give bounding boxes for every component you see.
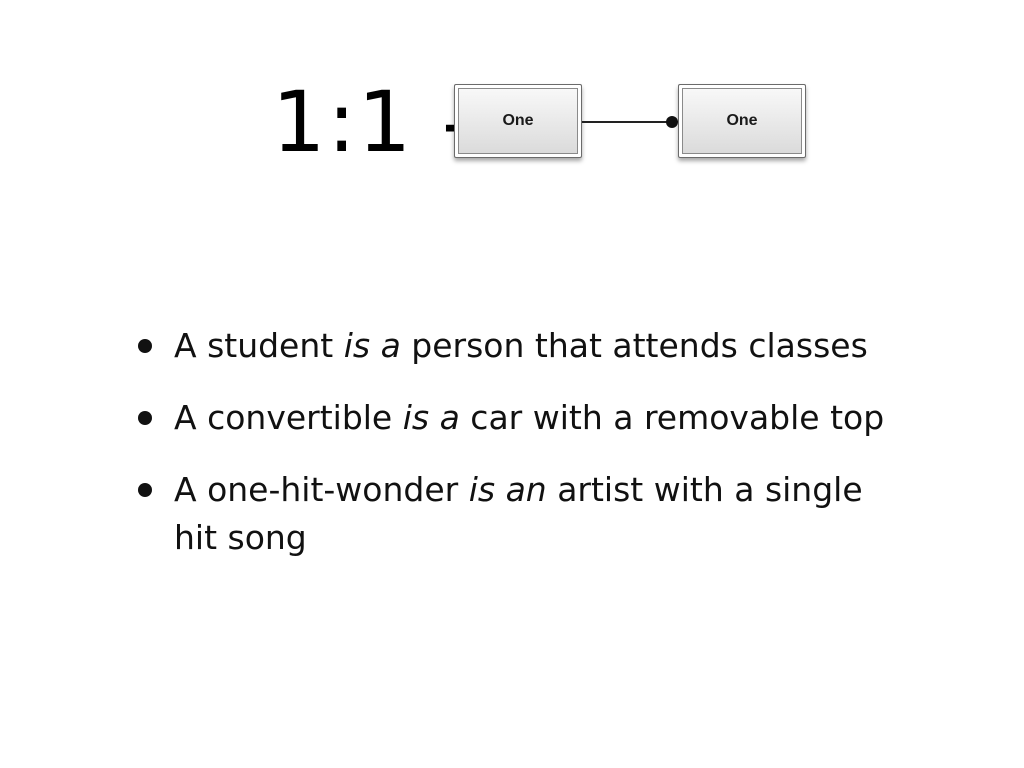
bullet-item: A one-hit-wonder is an artist with a sin… (138, 466, 914, 562)
entity-box-right: One (678, 84, 806, 158)
bullet-item: A convertible is a car with a removable … (138, 394, 914, 442)
bullet-text: A one-hit-wonder (174, 470, 469, 509)
bullet-dot-icon (138, 339, 152, 353)
bullet-list: A student is a person that attends class… (138, 322, 938, 586)
bullet-text: A convertible (174, 398, 403, 437)
bullet-emphasis: is an (468, 470, 547, 509)
entity-box-left: One (454, 84, 582, 158)
bullet-emphasis: is a (402, 398, 460, 437)
bullet-item: A student is a person that attends class… (138, 322, 914, 370)
bullet-emphasis: is a (343, 326, 401, 365)
relationship-line (582, 121, 674, 123)
entity-label-right: One (726, 112, 758, 129)
bullet-text: car with a removable top (459, 398, 885, 437)
bullet-text: A student (174, 326, 344, 365)
bullet-dot-icon (138, 483, 152, 497)
bullet-text: person that attends classes (400, 326, 868, 365)
entity-label-left: One (502, 112, 534, 129)
relationship-endpoint-dot (666, 116, 678, 128)
slide: 1:1 - One One A student is a person that… (0, 0, 1024, 768)
relationship-diagram: One One (444, 76, 824, 176)
bullet-dot-icon (138, 411, 152, 425)
